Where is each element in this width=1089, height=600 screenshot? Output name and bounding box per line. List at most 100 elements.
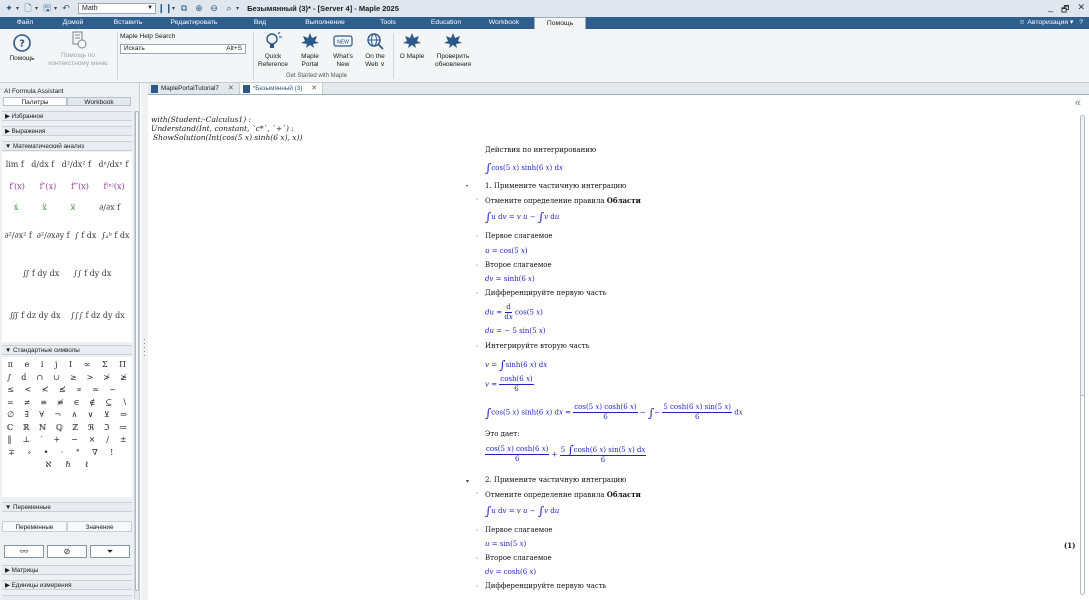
tab-insert[interactable]: Вставить: [96, 17, 160, 29]
input-understand[interactable]: Understand(Int, constant, `c*`, `+`) :: [151, 124, 294, 133]
tab-tools[interactable]: Tools: [358, 17, 418, 29]
symbol-plus[interactable]: +: [53, 434, 60, 447]
close-button[interactable]: ✕: [1077, 2, 1085, 18]
symbol-lt[interactable]: <: [25, 384, 32, 397]
symbol-ell[interactable]: ℓ: [85, 459, 89, 472]
symbol-cdot[interactable]: ·: [61, 447, 64, 460]
symbol-and[interactable]: ∧: [71, 409, 77, 422]
maximize-button[interactable]: 🗗: [1061, 2, 1069, 18]
zoom-icon[interactable]: ⌕: [223, 3, 235, 15]
tab-home[interactable]: Домой: [50, 17, 96, 29]
panel-splitter[interactable]: · · · · ·: [141, 83, 148, 600]
tab-workbook[interactable]: Workbook: [474, 17, 534, 29]
double-prime-template[interactable]: f″(x): [40, 182, 57, 191]
symbol-minus-plus[interactable]: ∓: [8, 447, 15, 460]
symbol-exists[interactable]: ∃: [25, 409, 29, 422]
mode-select[interactable]: Math ▼: [78, 3, 157, 14]
symbol-rationals[interactable]: ℚ: [56, 422, 63, 435]
minimize-button[interactable]: _: [1048, 2, 1053, 18]
symbol-tilde[interactable]: ~: [109, 384, 116, 397]
symbol-imag-part[interactable]: ℑ: [104, 422, 110, 435]
symbol-equals[interactable]: =: [7, 397, 14, 410]
zoom-in-icon[interactable]: ⊕: [193, 3, 205, 15]
nth-derivative-template[interactable]: dⁿ/dxⁿ f: [98, 160, 128, 169]
symbol-aleph[interactable]: ℵ: [46, 459, 52, 472]
symbol-intersection[interactable]: ∩: [36, 372, 43, 385]
symbol-minus[interactable]: −: [71, 434, 78, 447]
triple-prime-template[interactable]: f‴(x): [71, 182, 89, 191]
symbol-not-gt[interactable]: ≯: [103, 372, 110, 385]
symbol-d[interactable]: d: [21, 372, 26, 385]
symbol-geq[interactable]: ≥: [70, 372, 77, 385]
dot-template[interactable]: ẋ: [14, 203, 19, 212]
palette-favorites[interactable]: ▶ Избранное: [2, 111, 132, 121]
quick-reference-button[interactable]: Quick Reference: [256, 32, 290, 68]
symbol-not-in[interactable]: ∉: [89, 397, 95, 410]
symbol-subseteq[interactable]: ⊆: [105, 397, 112, 410]
chevron-down-icon[interactable]: ▾: [35, 5, 38, 12]
symbol-factorial[interactable]: !: [110, 447, 113, 460]
palette-common-symbols[interactable]: ▼ Стандартные символы: [2, 345, 132, 355]
copy-icon[interactable]: ⧉: [178, 3, 190, 15]
collapse-arrow-icon[interactable]: ▾: [466, 478, 469, 485]
symbol-divide[interactable]: /: [106, 434, 109, 447]
derivative-template[interactable]: d/dx f: [31, 160, 54, 169]
triple-dot-template[interactable]: x⃛: [71, 203, 76, 212]
symbol-xor[interactable]: ⊻: [104, 409, 110, 422]
show-variables-button[interactable]: 👓: [4, 545, 44, 558]
symbol-not-leq[interactable]: ≰: [59, 384, 66, 397]
symbol-e[interactable]: e: [25, 359, 30, 372]
variables-column-name[interactable]: Переменные: [2, 521, 67, 532]
indefinite-integral-template[interactable]: ∫ f dx: [75, 231, 97, 240]
symbol-compose[interactable]: ∘: [27, 447, 31, 460]
symbol-neq[interactable]: ≠: [24, 397, 31, 410]
symbol-perp[interactable]: ⊥: [22, 434, 30, 447]
context-help-button[interactable]: Помощь по контекстному меню: [44, 31, 112, 67]
symbol-naturals[interactable]: ℕ: [39, 422, 46, 435]
symbol-sum[interactable]: Σ: [102, 359, 108, 372]
mixed-partial-template[interactable]: ∂²/∂x∂y f: [37, 231, 70, 240]
maple-portal-button[interactable]: Maple Portal: [294, 32, 326, 68]
new-document-icon[interactable]: 🗋: [22, 3, 34, 15]
prime-template[interactable]: f′(x): [9, 182, 25, 191]
symbol-degree[interactable]: °: [76, 447, 80, 460]
sign-in-button[interactable]: ☺ Авторизация ▾ ?: [1019, 17, 1083, 29]
symbol-infinity[interactable]: ∞: [84, 359, 91, 372]
symbol-real-part[interactable]: ℜ: [88, 422, 95, 435]
symbol-pi[interactable]: π: [8, 359, 13, 372]
double-integral-template[interactable]: ∬ f dy dx: [23, 269, 60, 278]
symbol-setminus[interactable]: ∖: [122, 397, 127, 410]
whats-new-button[interactable]: NEW What's New: [328, 32, 358, 68]
symbol-approx[interactable]: ≈: [92, 384, 99, 397]
symbol-implies[interactable]: ⇒: [120, 409, 127, 422]
symbol-nabla[interactable]: ∇: [92, 447, 98, 460]
triple-integral-template[interactable]: ∭ f dz dy dx: [9, 311, 60, 320]
symbol-parallel[interactable]: ‖: [7, 434, 11, 447]
symbol-prime[interactable]: ′: [41, 434, 43, 447]
scrollbar-thumb[interactable]: [1081, 116, 1084, 396]
double-chevron-left-icon[interactable]: «: [1075, 97, 1081, 109]
palette-scrollbar[interactable]: [134, 111, 139, 599]
symbol-bullet[interactable]: •: [44, 447, 49, 460]
symbol-integral[interactable]: ∫: [7, 372, 11, 385]
input-with[interactable]: with(Student:-Calculus1) :: [151, 115, 251, 124]
palette-matrices[interactable]: ▶ Матрицы: [2, 565, 132, 575]
ai-formula-assistant[interactable]: AI Formula Assistant: [4, 88, 64, 95]
help-icon[interactable]: ?: [1079, 19, 1083, 26]
zoom-out-icon[interactable]: ⊖: [208, 3, 220, 15]
palette-variables[interactable]: ▼ Переменные: [2, 502, 132, 512]
symbol-plus-minus[interactable]: ±: [120, 434, 127, 447]
triple-definite-integral-template[interactable]: ∫∫∫ f dz dy dx: [70, 311, 124, 320]
close-icon[interactable]: ✕: [311, 83, 317, 94]
palette-units[interactable]: ▶ Единицы измерения: [2, 580, 132, 590]
help-button[interactable]: ? Помощь: [6, 34, 38, 63]
close-icon[interactable]: ✕: [228, 83, 234, 94]
doc-tab-untitled[interactable]: *Безымянный (3) ✕: [239, 83, 324, 94]
worksheet-scrollbar[interactable]: [1080, 115, 1085, 595]
chevron-down-icon[interactable]: ▾: [236, 5, 239, 12]
tab-workbook[interactable]: Workbook: [67, 97, 131, 106]
symbol-union[interactable]: ∪: [53, 372, 60, 385]
tab-evaluate[interactable]: Выполнение: [292, 17, 358, 29]
symbol-not-geq[interactable]: ≱: [120, 372, 127, 385]
scrollbar-thumb[interactable]: [135, 111, 139, 591]
